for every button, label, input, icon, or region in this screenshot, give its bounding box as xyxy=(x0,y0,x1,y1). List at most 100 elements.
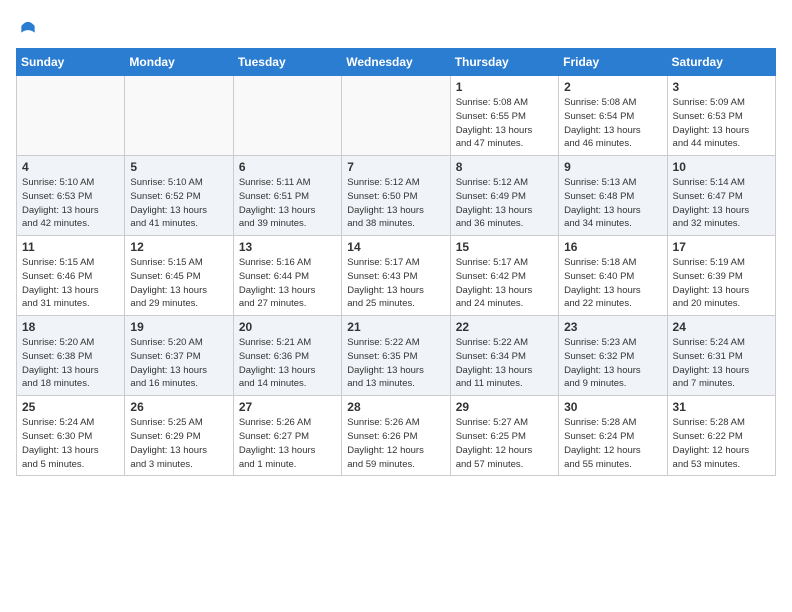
table-row xyxy=(233,76,341,156)
calendar-week-row: 1Sunrise: 5:08 AM Sunset: 6:55 PM Daylig… xyxy=(17,76,776,156)
day-number: 2 xyxy=(564,80,661,94)
table-row: 7Sunrise: 5:12 AM Sunset: 6:50 PM Daylig… xyxy=(342,156,450,236)
day-info: Sunrise: 5:28 AM Sunset: 6:22 PM Dayligh… xyxy=(673,416,770,471)
day-number: 31 xyxy=(673,400,770,414)
logo xyxy=(16,16,38,36)
day-info: Sunrise: 5:12 AM Sunset: 6:49 PM Dayligh… xyxy=(456,176,553,231)
day-info: Sunrise: 5:24 AM Sunset: 6:31 PM Dayligh… xyxy=(673,336,770,391)
day-number: 15 xyxy=(456,240,553,254)
day-info: Sunrise: 5:17 AM Sunset: 6:42 PM Dayligh… xyxy=(456,256,553,311)
table-row: 27 Sunrise: 5:26 AM Sunset: 6:27 PM Dayli… xyxy=(233,396,341,476)
day-number: 11 xyxy=(22,240,119,254)
day-number: 12 xyxy=(130,240,227,254)
table-row: 4 Sunrise: 5:10 AM Sunset: 6:53 PM Daylig… xyxy=(17,156,125,236)
calendar-week-row: 25 Sunrise: 5:24 AM Sunset: 6:30 PM Dayli… xyxy=(17,396,776,476)
day-info: Sunrise: 5:09 AM Sunset: 6:53 PM Dayligh… xyxy=(673,96,770,151)
table-row: 2 Sunrise: 5:08 AM Sunset: 6:54 PM Daylig… xyxy=(559,76,667,156)
day-number: 19 xyxy=(130,320,227,334)
day-info: Sunrise: 5:26 AM Sunset: 6:26 PM Dayligh… xyxy=(347,416,444,471)
day-info: Sunrise: 5:10 AM Sunset: 6:52 PM Dayligh… xyxy=(130,176,227,231)
day-info: Sunrise: 5:19 AM Sunset: 6:39 PM Dayligh… xyxy=(673,256,770,311)
table-row: 1Sunrise: 5:08 AM Sunset: 6:55 PM Daylig… xyxy=(450,76,558,156)
day-number: 24 xyxy=(673,320,770,334)
day-info: Sunrise: 5:18 AM Sunset: 6:40 PM Dayligh… xyxy=(564,256,661,311)
day-number: 29 xyxy=(456,400,553,414)
day-number: 3 xyxy=(673,80,770,94)
logo-icon xyxy=(18,16,38,36)
day-info: Sunrise: 5:16 AM Sunset: 6:44 PM Dayligh… xyxy=(239,256,336,311)
day-number: 25 xyxy=(22,400,119,414)
day-number: 22 xyxy=(456,320,553,334)
table-row: 16Sunrise: 5:18 AM Sunset: 6:40 PM Dayli… xyxy=(559,236,667,316)
calendar-week-row: 18 Sunrise: 5:20 AM Sunset: 6:38 PM Dayli… xyxy=(17,316,776,396)
table-row: 31 Sunrise: 5:28 AM Sunset: 6:22 PM Dayli… xyxy=(667,396,775,476)
day-info: Sunrise: 5:11 AM Sunset: 6:51 PM Dayligh… xyxy=(239,176,336,231)
day-number: 13 xyxy=(239,240,336,254)
day-info: Sunrise: 5:22 AM Sunset: 6:35 PM Dayligh… xyxy=(347,336,444,391)
table-row: 25 Sunrise: 5:24 AM Sunset: 6:30 PM Dayli… xyxy=(17,396,125,476)
table-row: 29Sunrise: 5:27 AM Sunset: 6:25 PM Dayli… xyxy=(450,396,558,476)
day-info: Sunrise: 5:14 AM Sunset: 6:47 PM Dayligh… xyxy=(673,176,770,231)
table-row: 19 Sunrise: 5:20 AM Sunset: 6:37 PM Dayli… xyxy=(125,316,233,396)
day-info: Sunrise: 5:10 AM Sunset: 6:53 PM Dayligh… xyxy=(22,176,119,231)
table-row: 9Sunrise: 5:13 AM Sunset: 6:48 PM Daylig… xyxy=(559,156,667,236)
day-number: 26 xyxy=(130,400,227,414)
day-number: 4 xyxy=(22,160,119,174)
day-info: Sunrise: 5:20 AM Sunset: 6:38 PM Dayligh… xyxy=(22,336,119,391)
table-row: 22 Sunrise: 5:22 AM Sunset: 6:34 PM Dayli… xyxy=(450,316,558,396)
calendar-header-row: SundayMondayTuesdayWednesdayThursdayFrid… xyxy=(17,49,776,76)
table-row: 18 Sunrise: 5:20 AM Sunset: 6:38 PM Dayli… xyxy=(17,316,125,396)
table-row: 17Sunrise: 5:19 AM Sunset: 6:39 PM Dayli… xyxy=(667,236,775,316)
day-info: Sunrise: 5:17 AM Sunset: 6:43 PM Dayligh… xyxy=(347,256,444,311)
table-row: 20 Sunrise: 5:21 AM Sunset: 6:36 PM Dayli… xyxy=(233,316,341,396)
day-number: 9 xyxy=(564,160,661,174)
table-row: 30 Sunrise: 5:28 AM Sunset: 6:24 PM Dayli… xyxy=(559,396,667,476)
day-number: 20 xyxy=(239,320,336,334)
day-info: Sunrise: 5:21 AM Sunset: 6:36 PM Dayligh… xyxy=(239,336,336,391)
day-number: 10 xyxy=(673,160,770,174)
day-info: Sunrise: 5:20 AM Sunset: 6:37 PM Dayligh… xyxy=(130,336,227,391)
weekday-header: Wednesday xyxy=(342,49,450,76)
weekday-header: Monday xyxy=(125,49,233,76)
day-info: Sunrise: 5:25 AM Sunset: 6:29 PM Dayligh… xyxy=(130,416,227,471)
day-number: 1 xyxy=(456,80,553,94)
calendar-week-row: 11 Sunrise: 5:15 AM Sunset: 6:46 PM Dayli… xyxy=(17,236,776,316)
table-row: 26 Sunrise: 5:25 AM Sunset: 6:29 PM Dayli… xyxy=(125,396,233,476)
day-info: Sunrise: 5:08 AM Sunset: 6:54 PM Dayligh… xyxy=(564,96,661,151)
weekday-header: Thursday xyxy=(450,49,558,76)
day-number: 8 xyxy=(456,160,553,174)
table-row: 10 Sunrise: 5:14 AM Sunset: 6:47 PM Dayli… xyxy=(667,156,775,236)
table-row: 15 Sunrise: 5:17 AM Sunset: 6:42 PM Dayli… xyxy=(450,236,558,316)
day-number: 5 xyxy=(130,160,227,174)
day-info: Sunrise: 5:22 AM Sunset: 6:34 PM Dayligh… xyxy=(456,336,553,391)
table-row: 21Sunrise: 5:22 AM Sunset: 6:35 PM Dayli… xyxy=(342,316,450,396)
day-number: 18 xyxy=(22,320,119,334)
table-row: 12Sunrise: 5:15 AM Sunset: 6:45 PM Dayli… xyxy=(125,236,233,316)
day-info: Sunrise: 5:26 AM Sunset: 6:27 PM Dayligh… xyxy=(239,416,336,471)
calendar-table: SundayMondayTuesdayWednesdayThursdayFrid… xyxy=(16,48,776,476)
table-row: 3 Sunrise: 5:09 AM Sunset: 6:53 PM Daylig… xyxy=(667,76,775,156)
day-number: 14 xyxy=(347,240,444,254)
table-row xyxy=(342,76,450,156)
table-row: 6Sunrise: 5:11 AM Sunset: 6:51 PM Daylig… xyxy=(233,156,341,236)
table-row: 14 Sunrise: 5:17 AM Sunset: 6:43 PM Dayli… xyxy=(342,236,450,316)
weekday-header: Tuesday xyxy=(233,49,341,76)
day-number: 27 xyxy=(239,400,336,414)
table-row: 24 Sunrise: 5:24 AM Sunset: 6:31 PM Dayli… xyxy=(667,316,775,396)
day-number: 30 xyxy=(564,400,661,414)
day-number: 7 xyxy=(347,160,444,174)
page-header xyxy=(16,16,776,36)
day-info: Sunrise: 5:28 AM Sunset: 6:24 PM Dayligh… xyxy=(564,416,661,471)
weekday-header: Saturday xyxy=(667,49,775,76)
day-info: Sunrise: 5:24 AM Sunset: 6:30 PM Dayligh… xyxy=(22,416,119,471)
day-info: Sunrise: 5:23 AM Sunset: 6:32 PM Dayligh… xyxy=(564,336,661,391)
table-row xyxy=(17,76,125,156)
table-row: 11 Sunrise: 5:15 AM Sunset: 6:46 PM Dayli… xyxy=(17,236,125,316)
day-number: 28 xyxy=(347,400,444,414)
table-row: 8 Sunrise: 5:12 AM Sunset: 6:49 PM Daylig… xyxy=(450,156,558,236)
day-info: Sunrise: 5:15 AM Sunset: 6:46 PM Dayligh… xyxy=(22,256,119,311)
table-row: 13 Sunrise: 5:16 AM Sunset: 6:44 PM Dayli… xyxy=(233,236,341,316)
weekday-header: Friday xyxy=(559,49,667,76)
table-row: 28 Sunrise: 5:26 AM Sunset: 6:26 PM Dayli… xyxy=(342,396,450,476)
table-row: 5 Sunrise: 5:10 AM Sunset: 6:52 PM Daylig… xyxy=(125,156,233,236)
